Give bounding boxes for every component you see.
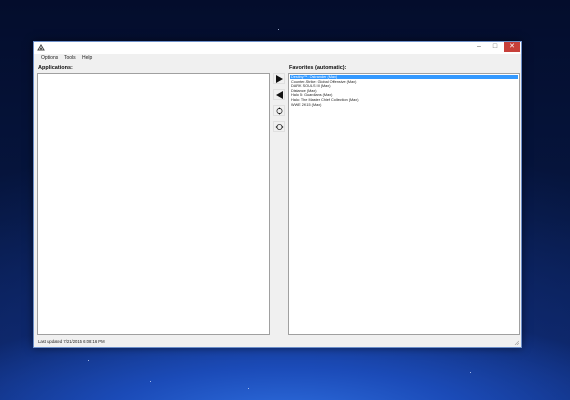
remove-left-arrow-icon: [276, 91, 283, 99]
menu-tools[interactable]: Tools: [64, 55, 76, 61]
favorites-label: Favorites (automatic):: [289, 65, 347, 71]
resize-grip-icon[interactable]: [514, 340, 519, 345]
star: [150, 381, 151, 382]
minimize-button[interactable]: –: [471, 42, 487, 52]
menu-options[interactable]: Options: [41, 55, 58, 61]
remove-from-favorites-button[interactable]: [273, 89, 285, 100]
app-logo-icon: [37, 44, 45, 51]
add-right-arrow-icon: [276, 75, 283, 83]
status-bar: Last updated 7/21/2015 6:08:16 PM: [34, 337, 521, 347]
star: [248, 388, 249, 389]
applications-label: Applications:: [38, 65, 73, 71]
favorites-list-item[interactable]: WWE 2K15 (Max): [290, 103, 518, 107]
menu-bar: Options Tools Help: [34, 54, 521, 64]
app-window: – □ ✕ Options Tools Help Applications: F…: [33, 41, 522, 348]
move-down-button[interactable]: [273, 121, 285, 132]
move-up-button[interactable]: [273, 105, 285, 116]
star: [278, 29, 279, 30]
add-to-favorites-button[interactable]: [273, 73, 285, 84]
star: [470, 372, 471, 373]
last-updated-text: Last updated 7/21/2015 6:08:16 PM: [38, 339, 105, 344]
maximize-button[interactable]: □: [487, 42, 503, 52]
favorites-list[interactable]: Destiny™: Ostrander (Max) Counter-Strike:…: [288, 73, 520, 335]
applications-list[interactable]: [37, 73, 270, 335]
close-button[interactable]: ✕: [504, 42, 520, 52]
star: [88, 360, 89, 361]
move-down-icon: [275, 124, 284, 130]
title-bar[interactable]: – □ ✕: [34, 42, 521, 54]
menu-help[interactable]: Help: [82, 55, 92, 61]
move-up-icon: [276, 107, 283, 115]
